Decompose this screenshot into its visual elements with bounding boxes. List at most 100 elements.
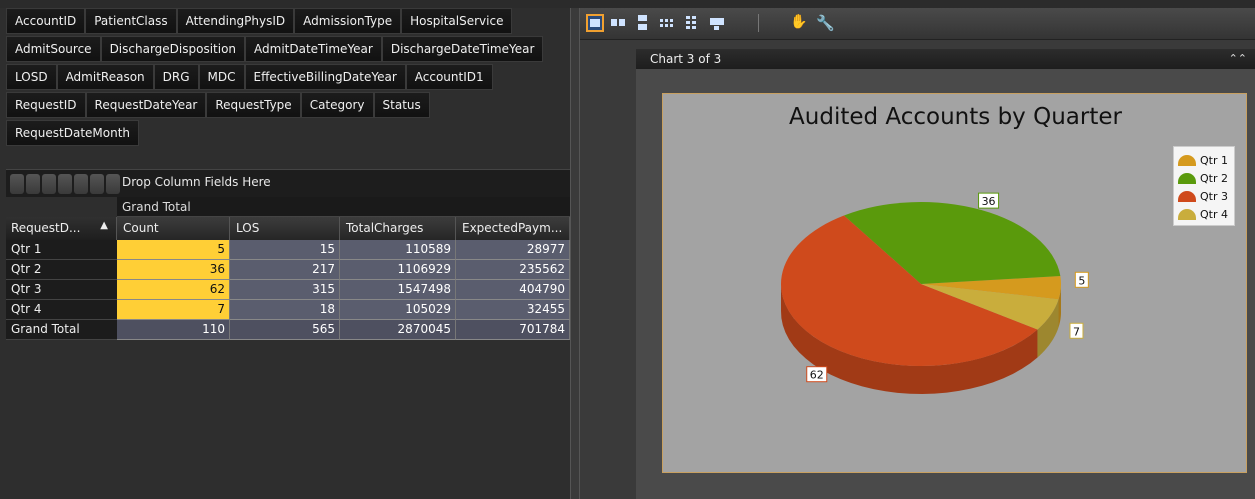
table-cell[interactable]: 217 <box>230 260 340 280</box>
table-cell[interactable]: 15 <box>230 240 340 260</box>
row-header[interactable]: Qtr 3 <box>6 280 117 300</box>
table-row: Qtr 2 36 217 1106929 235562 <box>6 260 570 280</box>
table-cell[interactable]: 105029 <box>340 300 456 320</box>
table-cell[interactable]: 62 <box>117 280 230 300</box>
legend-label: Qtr 2 <box>1200 171 1228 185</box>
field-chip-admitreason[interactable]: AdmitReason <box>56 64 154 90</box>
drop-column-fields-label: Drop Column Fields Here <box>122 175 271 189</box>
table-cell[interactable]: 36 <box>117 260 230 280</box>
field-chip-requestdateyear[interactable]: RequestDateYear <box>85 92 207 118</box>
field-chip-accountid1[interactable]: AccountID1 <box>405 64 493 90</box>
svg-text:36: 36 <box>982 195 996 208</box>
pie-chart: Audited Accounts by Quarter 5 36 62 7 Qtr 1… <box>662 93 1247 473</box>
svg-text:62: 62 <box>810 369 824 382</box>
data-label: 36 <box>978 192 1000 209</box>
table-cell[interactable]: 110589 <box>340 240 456 260</box>
field-chip-dischargedatetimeyear[interactable]: DischargeDateTimeYear <box>381 36 544 62</box>
field-chip-admitdatetimeyear[interactable]: AdmitDateTimeYear <box>245 36 382 62</box>
single-view-icon[interactable] <box>586 14 604 32</box>
field-chip-requesttype[interactable]: RequestType <box>206 92 301 118</box>
table-cell[interactable]: 18 <box>230 300 340 320</box>
field-chip-category[interactable]: Category <box>300 92 374 118</box>
row-field-label: RequestD... <box>11 221 81 235</box>
table-cell[interactable]: 5 <box>117 240 230 260</box>
table-cell[interactable]: 1547498 <box>340 280 456 300</box>
table-row: Qtr 3 62 315 1547498 404790 <box>6 280 570 300</box>
legend-item: Qtr 2 <box>1178 169 1230 187</box>
toolbar-separator <box>758 14 759 32</box>
legend-swatch <box>1178 172 1196 184</box>
svg-text:5: 5 <box>1078 274 1085 287</box>
column-header-count[interactable]: Count <box>117 217 230 240</box>
field-chip-attendingphysid[interactable]: AttendingPhysID <box>176 8 295 34</box>
grip-icon <box>10 174 24 194</box>
tile-view-icon[interactable] <box>682 14 700 32</box>
print-icon[interactable] <box>708 14 726 32</box>
row-header[interactable]: Grand Total <box>6 320 117 340</box>
field-chip-effectivebillingdateyear[interactable]: EffectiveBillingDateYear <box>244 64 406 90</box>
table-cell[interactable]: 404790 <box>456 280 570 300</box>
chart-counter: Chart 3 of 3 <box>650 52 722 66</box>
pivot-grid-panel: AccountID PatientClass AttendingPhysID Admi… <box>0 8 570 499</box>
table-cell[interactable]: 110 <box>117 320 230 340</box>
grip-icon <box>26 174 40 194</box>
legend-swatch <box>1178 154 1196 166</box>
settings-wrench-icon[interactable]: 🔧 <box>816 14 835 32</box>
side-by-side-icon[interactable] <box>610 14 628 32</box>
row-header[interactable]: Qtr 1 <box>6 240 117 260</box>
field-chip-mdc[interactable]: MDC <box>198 64 245 90</box>
field-list: AccountID PatientClass AttendingPhysID Admi… <box>6 8 570 148</box>
legend-item: Qtr 3 <box>1178 187 1230 205</box>
field-chip-losd[interactable]: LOSD <box>6 64 57 90</box>
table-cell[interactable]: 565 <box>230 320 340 340</box>
field-chip-drg[interactable]: DRG <box>153 64 199 90</box>
column-header-los[interactable]: LOS <box>230 217 340 240</box>
table-cell[interactable]: 28977 <box>456 240 570 260</box>
column-header-totalcharges[interactable]: TotalCharges <box>340 217 456 240</box>
field-chip-requestdatemonth[interactable]: RequestDateMonth <box>6 120 140 146</box>
table-cell[interactable]: 701784 <box>456 320 570 340</box>
table-row: Grand Total 110 565 2870045 701784 <box>6 320 570 340</box>
table-cell[interactable]: 7 <box>117 300 230 320</box>
column-drop-area[interactable]: Drop Column Fields Here <box>6 169 570 197</box>
chart-header: Chart 3 of 3 ⌃⌃ <box>636 49 1255 69</box>
column-header-row: RequestD... ▲ Count LOS TotalCharges Exp… <box>6 217 570 240</box>
panel-splitter[interactable] <box>570 8 580 499</box>
table-cell[interactable]: 1106929 <box>340 260 456 280</box>
sort-asc-icon: ▲ <box>100 220 108 231</box>
legend-item: Qtr 4 <box>1178 205 1230 223</box>
data-label: 7 <box>1069 322 1084 339</box>
grid-view-icon[interactable] <box>658 14 676 32</box>
grip-icon <box>58 174 72 194</box>
field-row: RequestDateMonth <box>6 120 570 148</box>
field-chip-admitsource[interactable]: AdmitSource <box>6 36 101 62</box>
stacked-icon[interactable] <box>634 14 652 32</box>
table-cell[interactable]: 315 <box>230 280 340 300</box>
table-cell[interactable]: 2870045 <box>340 320 456 340</box>
grip-icon <box>106 174 120 194</box>
row-header[interactable]: Qtr 2 <box>6 260 117 280</box>
grip-icon <box>42 174 56 194</box>
field-chip-patientclass[interactable]: PatientClass <box>85 8 177 34</box>
table-cell[interactable]: 235562 <box>456 260 570 280</box>
legend-swatch <box>1178 208 1196 220</box>
table-cell[interactable]: 32455 <box>456 300 570 320</box>
field-chip-status[interactable]: Status <box>373 92 430 118</box>
field-row: AdmitSource DischargeDisposition AdmitDate… <box>6 36 570 64</box>
field-chip-dischargedisposition[interactable]: DischargeDisposition <box>100 36 246 62</box>
field-chip-requestid[interactable]: RequestID <box>6 92 86 118</box>
grip-icon <box>74 174 88 194</box>
collapse-up-icon[interactable]: ⌃⌃ <box>1229 52 1247 65</box>
pan-hand-icon[interactable]: ✋ <box>790 14 808 32</box>
field-chip-accountid[interactable]: AccountID <box>6 8 86 34</box>
field-row: LOSD AdmitReason DRG MDC EffectiveBillingDat… <box>6 64 570 92</box>
field-chip-admissiontype[interactable]: AdmissionType <box>294 8 402 34</box>
pie-chart-svg: 5 36 62 7 <box>780 192 1089 394</box>
grip-icon <box>90 174 104 194</box>
data-label: 5 <box>1074 271 1089 288</box>
row-field-header[interactable]: RequestD... ▲ <box>6 217 117 240</box>
row-header[interactable]: Qtr 4 <box>6 300 117 320</box>
field-row: RequestID RequestDateYear RequestType Categ… <box>6 92 570 120</box>
column-header-expectedpayment[interactable]: ExpectedPaym... <box>456 217 570 240</box>
field-chip-hospitalservice[interactable]: HospitalService <box>401 8 513 34</box>
